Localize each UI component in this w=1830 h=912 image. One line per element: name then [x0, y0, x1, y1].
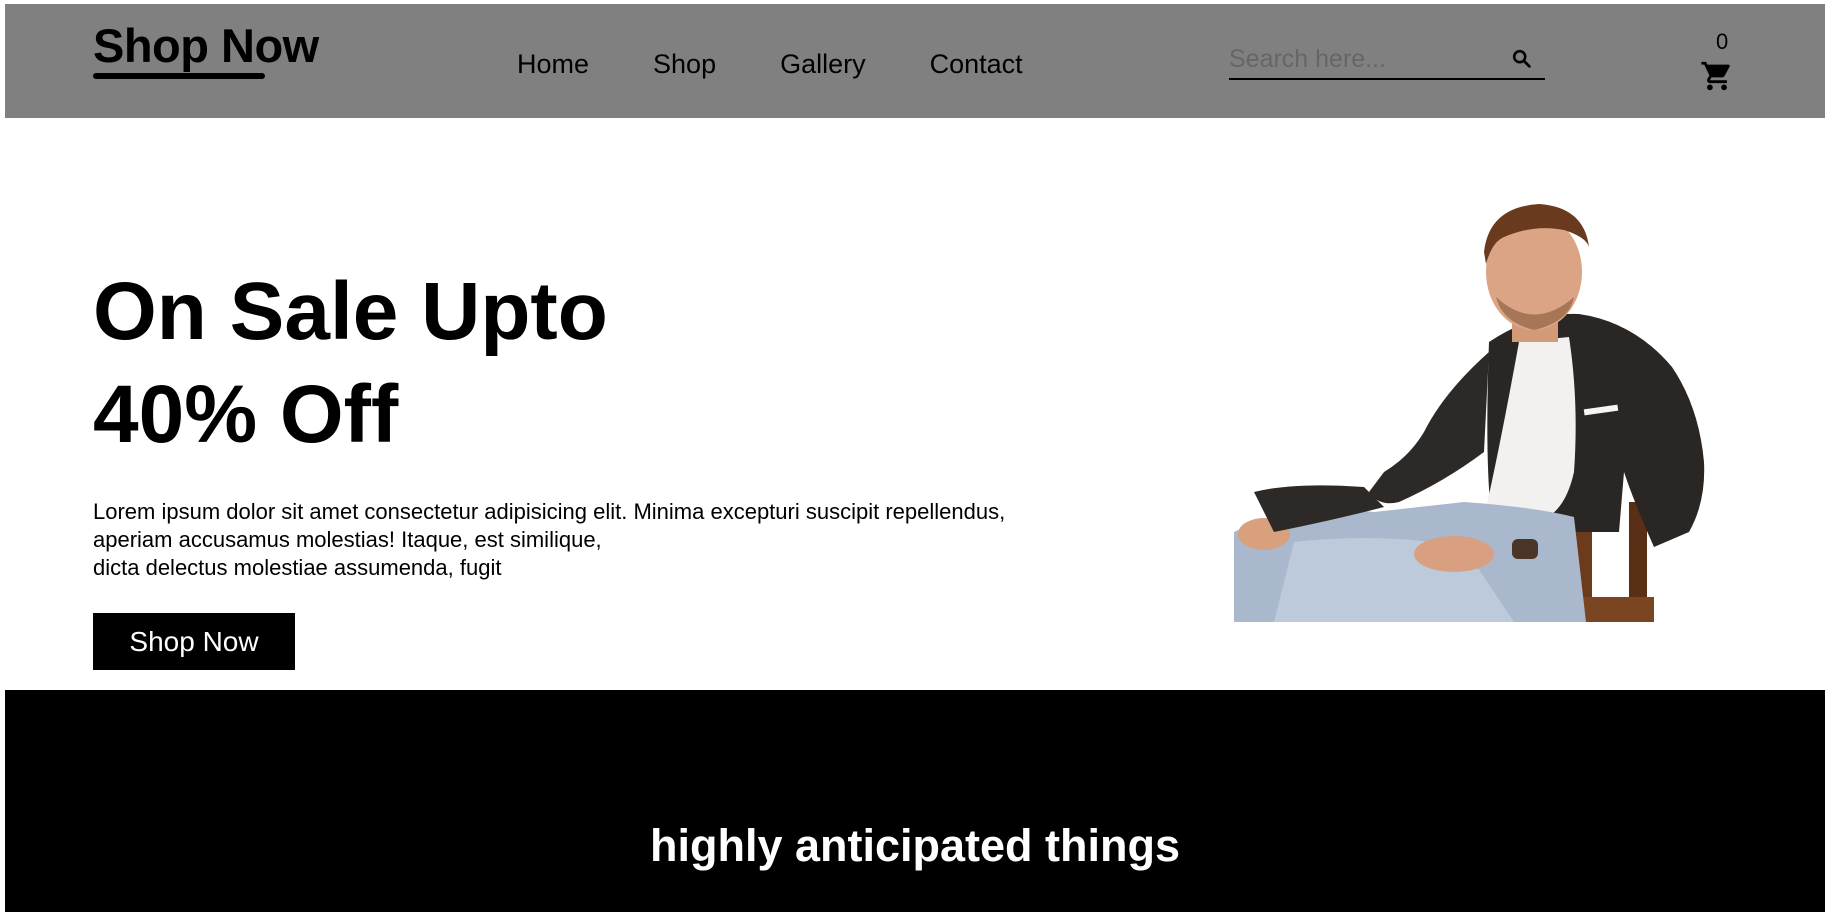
hero-title: On Sale Upto 40% Off: [93, 260, 608, 466]
shop-now-button[interactable]: Shop Now: [93, 613, 295, 670]
hero-model-image: [1234, 202, 1724, 622]
hero-description-line: dicta delectus molestiae assumenda, fugi…: [93, 555, 502, 580]
page: Shop Now Home Shop Gallery Contact 0: [5, 4, 1825, 912]
cart-count: 0: [1716, 29, 1729, 54]
cart[interactable]: 0: [1700, 29, 1740, 95]
nav-gallery[interactable]: Gallery: [780, 49, 866, 80]
hero-title-line2: 40% Off: [93, 369, 399, 460]
nav-shop[interactable]: Shop: [653, 49, 716, 80]
search-box: [1229, 44, 1545, 80]
hero-description: Lorem ipsum dolor sit amet consectetur a…: [93, 498, 1093, 582]
search-icon[interactable]: [1511, 48, 1533, 70]
search-input[interactable]: [1229, 44, 1499, 74]
highlights-section: highly anticipated things: [5, 690, 1825, 912]
hero-description-line: aperiam accusamus molestias! Itaque, est…: [93, 527, 602, 552]
hero-title-line1: On Sale Upto: [93, 266, 608, 357]
section-title: highly anticipated things: [649, 820, 1181, 871]
nav-contact[interactable]: Contact: [930, 49, 1023, 80]
cart-icon[interactable]: [1700, 59, 1734, 93]
logo[interactable]: Shop Now: [93, 18, 319, 73]
nav-home[interactable]: Home: [517, 49, 589, 80]
logo-underline: [93, 73, 265, 79]
main-nav: Home Shop Gallery Contact: [517, 49, 1087, 80]
site-header: Shop Now Home Shop Gallery Contact 0: [5, 4, 1825, 118]
hero-description-line: Lorem ipsum dolor sit amet consectetur a…: [93, 499, 1006, 524]
